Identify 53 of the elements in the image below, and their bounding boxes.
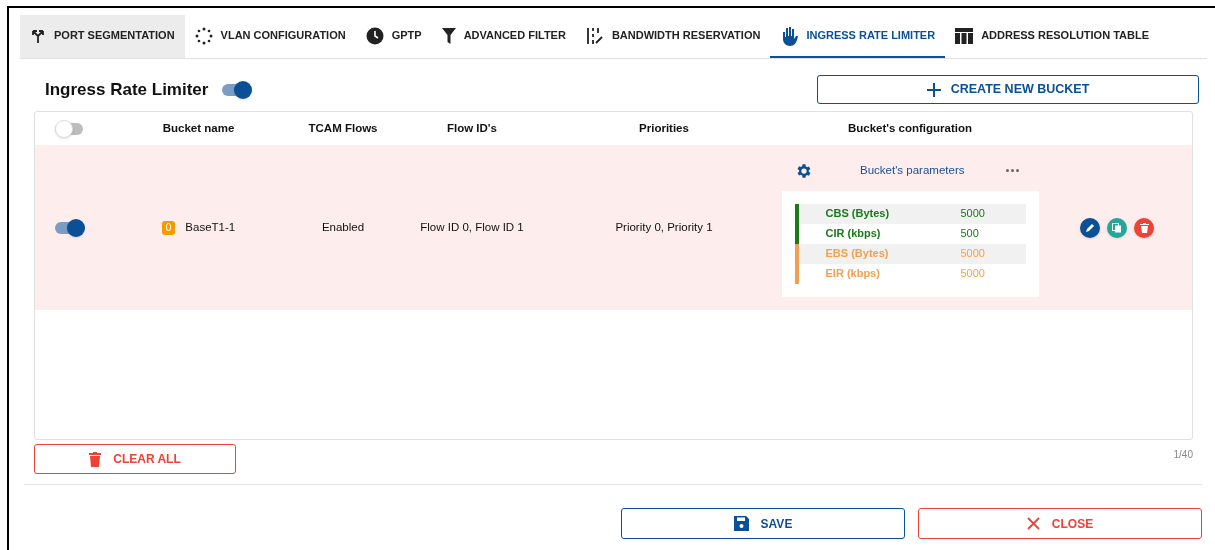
hand-icon [780,25,799,46]
tab[interactable]: ADVANCED FILTER [431,15,576,58]
page-title: Ingress Rate Limiter [45,78,209,101]
close-icon [1026,517,1040,530]
row-toggle[interactable] [55,217,85,238]
bucket-name: BaseT1-1 [185,219,236,235]
tab[interactable]: INGRESS RATE LIMITER [770,15,946,58]
more-icon[interactable] [1006,169,1019,172]
table-icon [955,27,974,44]
parameter-label: CIR (kbps) [825,226,882,242]
tab[interactable]: VLAN CONFIGURATION [184,15,356,58]
copy-button[interactable] [1107,217,1127,238]
column-header: Bucket name [162,120,235,136]
page-counter: 1/40 [1173,448,1193,462]
clear-all-button[interactable]: CLEAR ALL [34,444,236,474]
pencil-icon [1085,222,1095,233]
table-cell-text: Flow ID 0, Flow ID 1 [420,219,524,235]
fork-arrows-icon [30,27,46,44]
feature-toggle[interactable] [222,79,253,100]
column-header: Bucket's configuration [847,120,973,136]
trash-icon [1139,222,1149,233]
select-all-toggle[interactable] [55,118,85,139]
parameter-label: EBS (Bytes) [825,246,890,262]
delete-button[interactable] [1134,217,1154,238]
parameters-title: Bucket's parameters [860,162,965,178]
tab[interactable]: PORT SEGMENTATION [20,15,185,58]
column-header: TCAM Flows [308,120,378,136]
parameter-value: 5000 [960,266,985,282]
create-bucket-button[interactable]: CREATE NEW BUCKET [817,75,1199,104]
filter-icon [441,27,456,44]
gear-icon [795,161,813,180]
table-cell-text: Priority 0, Priority 1 [615,219,713,235]
trash-icon [89,451,102,467]
edit-button[interactable] [1080,217,1100,238]
tab[interactable]: ADDRESS RESOLUTION TABLE [945,15,1159,58]
parameter-label: CBS (Bytes) [825,206,891,222]
parameter-value: 5000 [960,246,985,262]
table-cell-text: Enabled [321,219,365,235]
index-badge: 0 [161,220,176,235]
parameter-value: 5000 [960,206,985,222]
tab[interactable]: BANDWIDTH RESERVATION [575,15,771,58]
column-header: Flow ID's [447,120,497,136]
parameter-label: EIR (kbps) [825,266,881,282]
close-button[interactable]: CLOSE [918,508,1202,539]
column-header: Priorities [639,120,689,136]
dashed-bars-icon [585,27,604,44]
save-button[interactable]: SAVE [621,508,905,539]
dotted-circle-icon [194,26,213,45]
tab[interactable]: GPTP [355,15,432,58]
copy-icon [1112,222,1122,233]
parameter-value: 500 [960,226,979,242]
plus-icon [926,82,941,97]
clock-icon [365,26,384,45]
